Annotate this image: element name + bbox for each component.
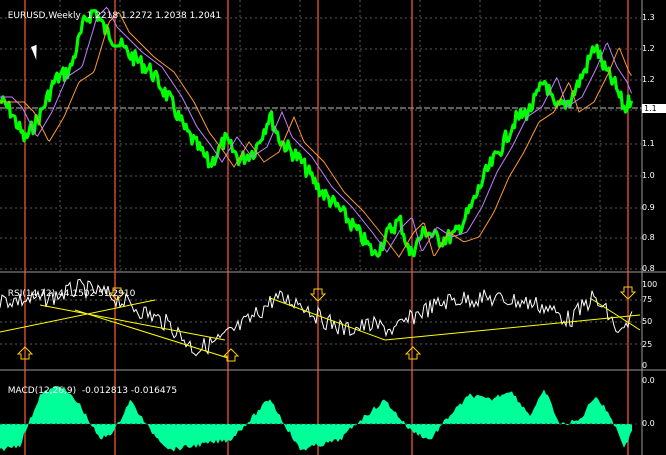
current-price-tag: 1.1 bbox=[642, 104, 666, 113]
price-axis-tick: 0.8 bbox=[642, 234, 655, 242]
rsi-axis-tick: 0 bbox=[642, 362, 648, 370]
up-arrow-icon bbox=[222, 348, 240, 362]
rsi-axis-tick: 75 bbox=[642, 296, 653, 304]
rsi-axis-tick: 50 bbox=[642, 318, 653, 326]
price-axis-tick: 1.1 bbox=[642, 140, 655, 148]
main-ohlc-values: 1.2218 1.2272 1.2038 1.2041 bbox=[86, 11, 222, 21]
macd-axis-tick: 0.0 bbox=[642, 420, 655, 428]
main-symbol-label: EURUSD,Weekly 1.2218 1.2272 1.2038 1.204… bbox=[7, 11, 222, 21]
price-axis-tick: 1.3 bbox=[642, 14, 655, 22]
macd-axis-tick: 0.0 bbox=[642, 377, 655, 385]
price-axis-tick: 0.8 bbox=[642, 265, 655, 273]
rsi-axis-tick: 100 bbox=[642, 281, 658, 289]
rsi-values: 44.1502 51.2910 bbox=[58, 289, 136, 299]
trendline bbox=[589, 297, 641, 331]
price-axis-tick: 0.9 bbox=[642, 204, 655, 212]
macd-values: -0.012813 -0.016475 bbox=[81, 386, 178, 396]
up-arrow-icon bbox=[404, 346, 422, 360]
trendline bbox=[0, 299, 156, 333]
price-series bbox=[0, 8, 634, 258]
rsi-axis-tick: 25 bbox=[642, 341, 653, 349]
macd-indicator-label: MACD(12,26,9) -0.012813 -0.016475 bbox=[7, 386, 178, 396]
price-axis-tick: 1.2 bbox=[642, 45, 655, 53]
price-axis-tick: 1.0 bbox=[642, 172, 655, 180]
trendline bbox=[384, 314, 641, 341]
price-axis-tick: 1.2 bbox=[642, 76, 655, 84]
rsi-indicator-label: RSI(14,72) 44.1502 51.2910 bbox=[7, 289, 136, 299]
trendline bbox=[39, 304, 226, 341]
moving-average-fast bbox=[0, 6, 632, 253]
